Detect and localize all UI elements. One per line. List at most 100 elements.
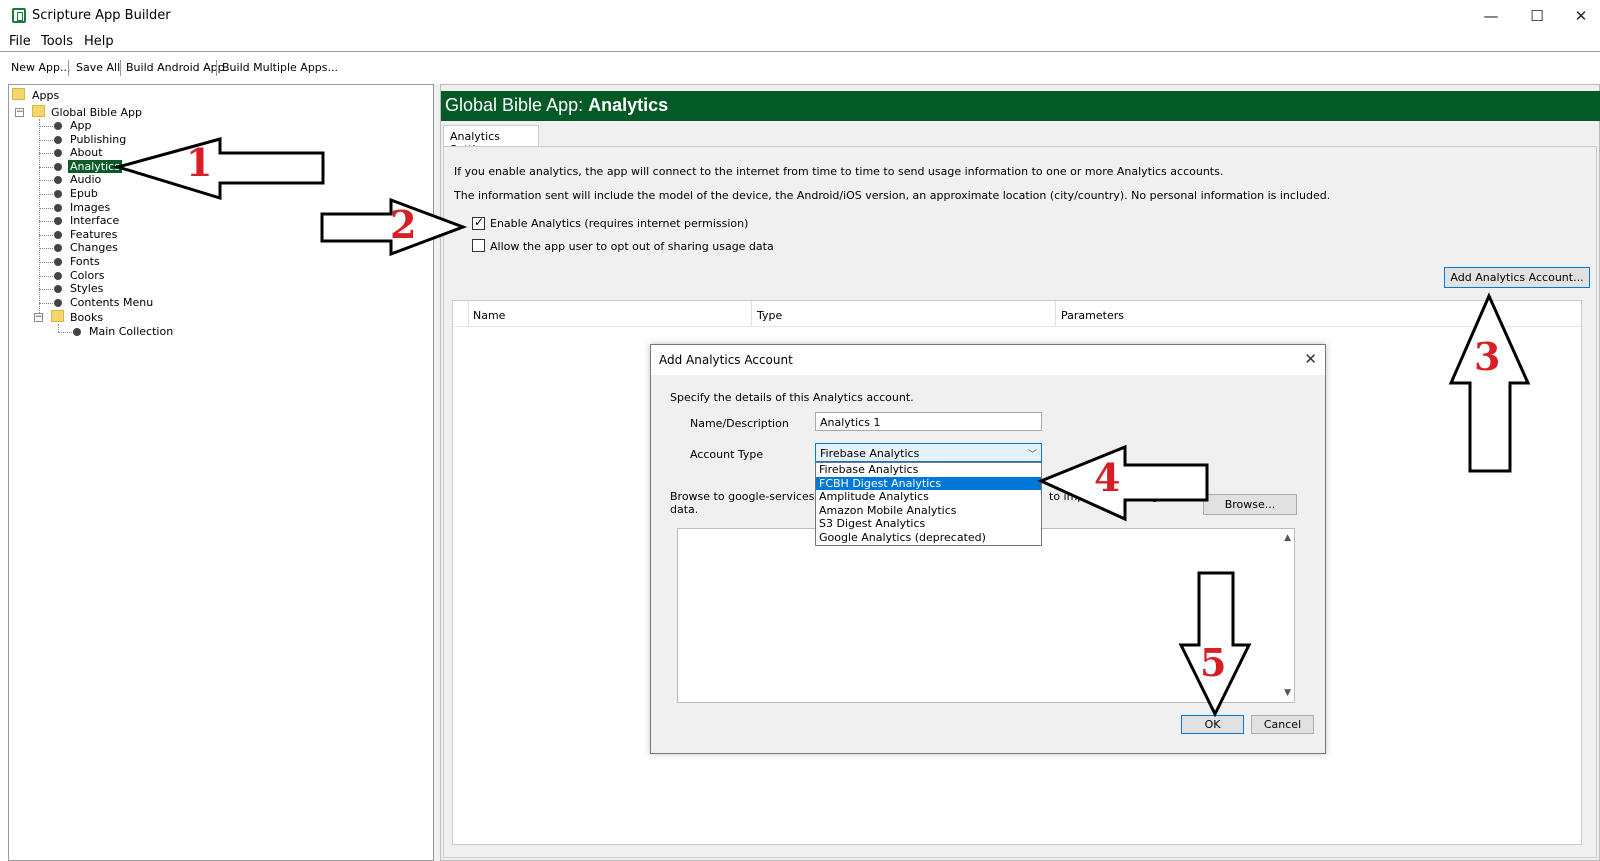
tree-books[interactable]: Books bbox=[70, 311, 103, 324]
bullet-icon bbox=[54, 163, 62, 171]
menu-bar: File Tools Help bbox=[0, 32, 1600, 52]
toolbar-separator bbox=[68, 60, 69, 76]
close-button[interactable]: ✕ bbox=[1566, 4, 1596, 28]
app-icon bbox=[12, 8, 26, 23]
dialog-close-icon[interactable]: ✕ bbox=[1304, 350, 1317, 368]
dropdown-option[interactable]: FCBH Digest Analytics bbox=[816, 476, 1041, 490]
folder-icon bbox=[32, 105, 45, 117]
collapse-icon[interactable]: − bbox=[34, 313, 43, 322]
bullet-icon bbox=[54, 217, 62, 225]
allow-opt-out-checkbox[interactable] bbox=[472, 239, 485, 252]
collapse-icon[interactable]: − bbox=[15, 108, 24, 117]
tree-main-collection[interactable]: Main Collection bbox=[89, 325, 173, 338]
annotation-number-5: 5 bbox=[1200, 640, 1227, 685]
allow-opt-out-label[interactable]: Allow the app user to opt out of sharing… bbox=[490, 240, 774, 253]
scroll-up-icon[interactable]: ▲ bbox=[1284, 533, 1291, 543]
tree-root-apps[interactable]: Apps bbox=[32, 89, 59, 102]
tab-analytics-settings[interactable]: Analytics Settings bbox=[443, 125, 539, 156]
tree-connector bbox=[39, 126, 53, 127]
folder-icon bbox=[12, 88, 25, 100]
tree-connector bbox=[39, 180, 53, 181]
toolbar-separator bbox=[216, 60, 217, 76]
tree-item-contents-menu[interactable]: Contents Menu bbox=[70, 296, 153, 309]
new-app-button[interactable]: New App... bbox=[11, 61, 70, 74]
bullet-icon bbox=[54, 190, 62, 198]
dropdown-options: Firebase Analytics FCBH Digest Analytics A… bbox=[816, 463, 1041, 544]
scroll-down-icon[interactable]: ▼ bbox=[1284, 688, 1291, 698]
ok-button[interactable]: OK bbox=[1181, 715, 1244, 734]
column-type[interactable]: Type bbox=[757, 309, 782, 322]
browse-button[interactable]: Browse... bbox=[1203, 494, 1297, 515]
dropdown-option[interactable]: S3 Digest Analytics bbox=[816, 517, 1041, 531]
tree-item-styles[interactable]: Styles bbox=[70, 282, 103, 295]
enable-analytics-label[interactable]: Enable Analytics (requires internet perm… bbox=[490, 217, 748, 230]
tree-item-publishing[interactable]: Publishing bbox=[70, 133, 126, 146]
dropdown-option[interactable]: Amplitude Analytics bbox=[816, 490, 1041, 504]
add-analytics-account-button[interactable]: Add Analytics Account... bbox=[1444, 267, 1590, 288]
account-type-label: Account Type bbox=[690, 448, 764, 461]
grid-header: Name Type Parameters bbox=[453, 301, 1581, 327]
bullet-icon bbox=[54, 244, 62, 252]
account-type-selected: Firebase Analytics bbox=[820, 447, 920, 460]
bullet-icon bbox=[73, 328, 81, 336]
enable-analytics-checkbox[interactable] bbox=[472, 215, 485, 230]
bullet-icon bbox=[54, 272, 62, 280]
tree-app-global-bible[interactable]: Global Bible App bbox=[51, 106, 142, 119]
browse-instruction-3: data. bbox=[670, 503, 699, 516]
column-separator bbox=[1055, 301, 1056, 327]
tree-item-images[interactable]: Images bbox=[70, 201, 110, 214]
tree-connector bbox=[39, 208, 53, 209]
dropdown-option[interactable]: Google Analytics (deprecated) bbox=[816, 531, 1041, 545]
bullet-icon bbox=[54, 204, 62, 212]
tree-item-interface[interactable]: Interface bbox=[70, 214, 119, 227]
tree-item-analytics[interactable]: Analytics bbox=[68, 160, 122, 173]
dropdown-option[interactable]: Amazon Mobile Analytics bbox=[816, 504, 1041, 518]
tree-item-audio[interactable]: Audio bbox=[70, 173, 101, 186]
dropdown-option[interactable]: Firebase Analytics bbox=[816, 463, 1041, 477]
bullet-icon bbox=[54, 176, 62, 184]
app-tree-panel: Apps − Global Bible App App Publishing Abo… bbox=[8, 84, 434, 861]
minimize-button[interactable]: — bbox=[1476, 4, 1506, 28]
chevron-down-icon: ﹀ bbox=[1027, 450, 1037, 460]
tree-item-fonts[interactable]: Fonts bbox=[70, 255, 100, 268]
tree-connector bbox=[39, 119, 40, 315]
tree-connector bbox=[58, 332, 72, 333]
maximize-button[interactable]: ☐ bbox=[1522, 4, 1552, 28]
tree-connector bbox=[39, 303, 53, 304]
folder-icon bbox=[51, 310, 64, 322]
menu-tools[interactable]: Tools bbox=[41, 34, 73, 49]
save-all-button[interactable]: Save All bbox=[76, 61, 120, 74]
tree-item-colors[interactable]: Colors bbox=[70, 269, 104, 282]
tree-connector bbox=[39, 262, 53, 263]
account-type-dropdown: Firebase Analytics FCBH Digest Analytics A… bbox=[815, 462, 1042, 546]
column-parameters[interactable]: Parameters bbox=[1061, 309, 1124, 322]
tree-item-app[interactable]: App bbox=[70, 119, 92, 132]
annotation-number-3: 3 bbox=[1474, 334, 1501, 379]
annotation-number-2: 2 bbox=[390, 202, 417, 247]
section-header: Global Bible App: Analytics bbox=[441, 91, 1600, 121]
menu-help[interactable]: Help bbox=[84, 34, 114, 49]
build-multiple-apps-button[interactable]: Build Multiple Apps... bbox=[222, 61, 338, 74]
name-description-label: Name/Description bbox=[690, 417, 789, 430]
tree-item-changes[interactable]: Changes bbox=[70, 241, 118, 254]
tree-item-about[interactable]: About bbox=[70, 146, 103, 159]
cancel-button[interactable]: Cancel bbox=[1251, 715, 1314, 734]
section-title: Global Bible App: Analytics bbox=[445, 95, 668, 116]
bullet-icon bbox=[54, 136, 62, 144]
bullet-icon bbox=[54, 258, 62, 266]
tree-connector bbox=[39, 248, 53, 249]
build-android-app-button[interactable]: Build Android App bbox=[126, 61, 225, 74]
window-title: Scripture App Builder bbox=[32, 8, 171, 23]
tree-connector bbox=[39, 221, 53, 222]
bullet-icon bbox=[54, 231, 62, 239]
column-separator bbox=[751, 301, 752, 327]
column-name[interactable]: Name bbox=[473, 309, 505, 322]
tree-item-features[interactable]: Features bbox=[70, 228, 117, 241]
toolbar: New App... Save All Build Android App Bu… bbox=[0, 52, 1600, 84]
title-bar: Scripture App Builder — ☐ ✕ bbox=[0, 0, 1600, 32]
tree-item-epub[interactable]: Epub bbox=[70, 187, 98, 200]
menu-file[interactable]: File bbox=[9, 34, 31, 49]
name-description-input[interactable]: Analytics 1 bbox=[815, 412, 1042, 431]
bullet-icon bbox=[54, 122, 62, 130]
account-type-select[interactable]: Firebase Analytics ﹀ bbox=[815, 443, 1042, 462]
